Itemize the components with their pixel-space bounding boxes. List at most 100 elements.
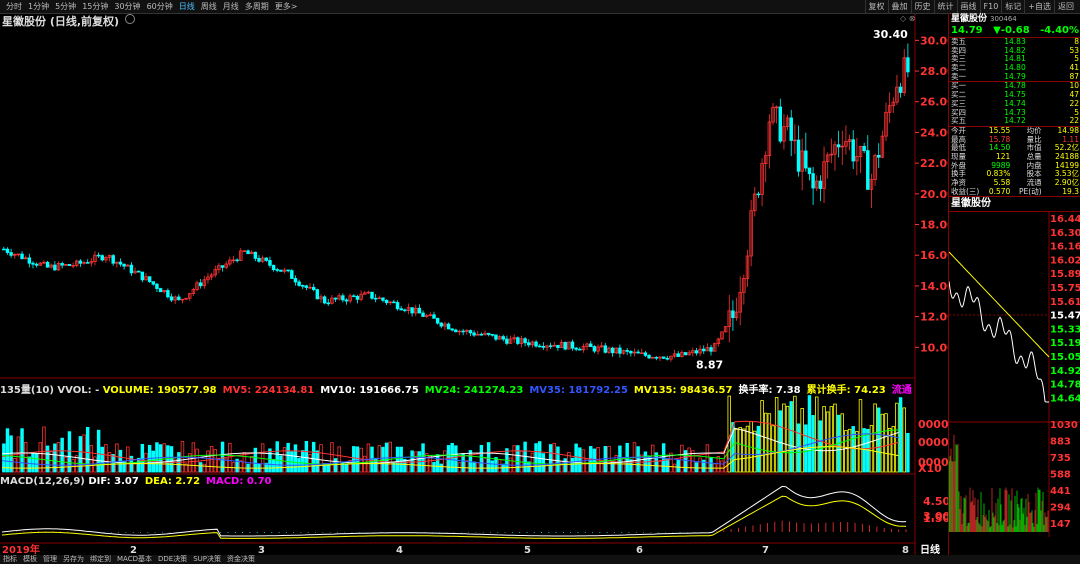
candle <box>337 293 341 301</box>
candle <box>530 340 535 348</box>
candle <box>209 272 214 281</box>
intraday-mini-chart[interactable]: 16.44 16.30 16.16 16.02 15.89 15.75 15.61 15.47… <box>948 212 1080 538</box>
volume-bar <box>906 432 910 473</box>
tool-button-3[interactable]: 统计 <box>933 0 957 13</box>
volume-bar <box>395 446 400 473</box>
volume-bar <box>337 446 341 473</box>
tool-button-0[interactable]: 复权 <box>864 0 888 13</box>
tool-button-2[interactable]: 历史 <box>910 0 934 13</box>
mini-avg-line <box>948 252 1050 358</box>
price-label: 18.00 <box>920 219 948 232</box>
period-tab-8[interactable]: 月线 <box>220 0 242 13</box>
volume-bar <box>570 457 575 473</box>
bid-row-4[interactable]: 买五 14.72 22 <box>949 116 1080 126</box>
volume-axis-label: 0000 <box>918 436 948 449</box>
period-tab-9[interactable]: 多周期 <box>242 0 272 13</box>
candle <box>16 253 21 257</box>
volume-bar <box>687 447 691 473</box>
candle <box>279 269 283 272</box>
candle <box>866 135 870 190</box>
bottom-tab-4[interactable]: 绑定到 <box>87 555 114 563</box>
candle <box>589 340 593 347</box>
volume-bar <box>315 450 320 473</box>
chart-area: 30.40 8.87 30.00 28.00 26.00 24.00 22.00 20.00… <box>0 13 948 555</box>
volume-bar <box>341 461 345 473</box>
volume-bar <box>785 405 790 473</box>
candle <box>406 303 411 315</box>
bottom-tab-5[interactable]: MACD基本 <box>114 555 155 563</box>
candle <box>89 258 94 267</box>
price-label: 16.00 <box>920 249 948 262</box>
tool-button-4[interactable]: 画线 <box>956 0 980 13</box>
bottom-tab-2[interactable]: 管理 <box>40 555 60 563</box>
volume-bar <box>734 428 739 473</box>
candle <box>723 326 728 333</box>
candle <box>242 250 247 253</box>
volume-bar <box>807 395 812 473</box>
tool-button-6[interactable]: 标记 <box>1001 0 1024 13</box>
ask-row-4[interactable]: 卖一 14.79 87 <box>949 72 1080 82</box>
indicator-prefix: 135量(10) VVOL: - <box>0 385 103 396</box>
period-tab-10[interactable]: 更多> <box>272 0 301 13</box>
candle <box>596 344 600 355</box>
candle <box>341 293 345 303</box>
candle <box>56 261 61 271</box>
volume-pane[interactable] <box>1 395 910 473</box>
bottom-tab-8[interactable]: 资金决策 <box>224 555 258 563</box>
last-price: 14.79 <box>951 25 983 36</box>
bottom-tab-6[interactable]: DDE决策 <box>155 555 190 563</box>
volume-bar <box>424 453 429 473</box>
candle <box>195 280 199 292</box>
candle <box>712 342 717 352</box>
volume-bar <box>206 450 210 473</box>
candle <box>304 284 309 291</box>
bottom-tab-3[interactable]: 另存为 <box>60 555 87 563</box>
bottom-tab-7[interactable]: SUP决策 <box>190 555 224 563</box>
period-tab-0[interactable]: 分时 <box>3 0 25 13</box>
candle <box>476 330 480 336</box>
date-label: 2019年 <box>2 543 40 555</box>
candle <box>355 294 360 304</box>
period-tab-3[interactable]: 15分钟 <box>79 0 111 13</box>
settings-circle-icon[interactable] <box>125 14 135 24</box>
volume-bar <box>672 463 677 473</box>
price-label: 30.00 <box>920 34 948 47</box>
volume-bar <box>552 442 557 473</box>
period-tab-5[interactable]: 60分钟 <box>144 0 176 13</box>
candle <box>348 293 352 304</box>
price-pane[interactable]: 30.40 8.87 <box>2 28 910 372</box>
candle <box>516 336 520 346</box>
candle <box>166 288 170 299</box>
candle <box>709 344 713 356</box>
macd-pane[interactable] <box>1 485 907 539</box>
candle <box>136 270 141 273</box>
price-label: 26.00 <box>920 96 948 109</box>
candle <box>869 173 874 209</box>
candle <box>691 347 695 357</box>
volume-bar <box>432 461 436 473</box>
volume-bar <box>9 435 13 473</box>
bottom-tab-1[interactable]: 模板 <box>20 555 40 563</box>
mini-volume-label: 588 <box>1050 470 1071 481</box>
tool-button-5[interactable]: F10 <box>979 0 1002 13</box>
period-tab-4[interactable]: 30分钟 <box>111 0 143 13</box>
period-tab-2[interactable]: 5分钟 <box>52 0 79 13</box>
volume-bar <box>851 426 855 473</box>
volume-bar <box>352 446 356 473</box>
period-tab-7[interactable]: 周线 <box>198 0 220 13</box>
volume-bar <box>115 443 119 473</box>
period-tab-1[interactable]: 1分钟 <box>25 0 52 13</box>
candle <box>556 344 560 351</box>
date-label: 3 <box>258 545 265 555</box>
bottom-tab-0[interactable]: 指标 <box>0 555 20 563</box>
period-tab-6[interactable]: 日线 <box>176 0 198 13</box>
candle <box>85 259 90 264</box>
tool-button-1[interactable]: 叠加 <box>887 0 911 13</box>
tool-button-7[interactable]: +自选 <box>1024 0 1054 13</box>
volume-bar <box>789 401 793 473</box>
candle <box>82 260 86 265</box>
tool-button-8[interactable]: 返回 <box>1054 0 1077 13</box>
window-controls-icon[interactable]: ◇ ⊗ <box>900 14 915 23</box>
mini-price-label: 14.92 <box>1050 366 1080 377</box>
candle <box>198 278 203 289</box>
